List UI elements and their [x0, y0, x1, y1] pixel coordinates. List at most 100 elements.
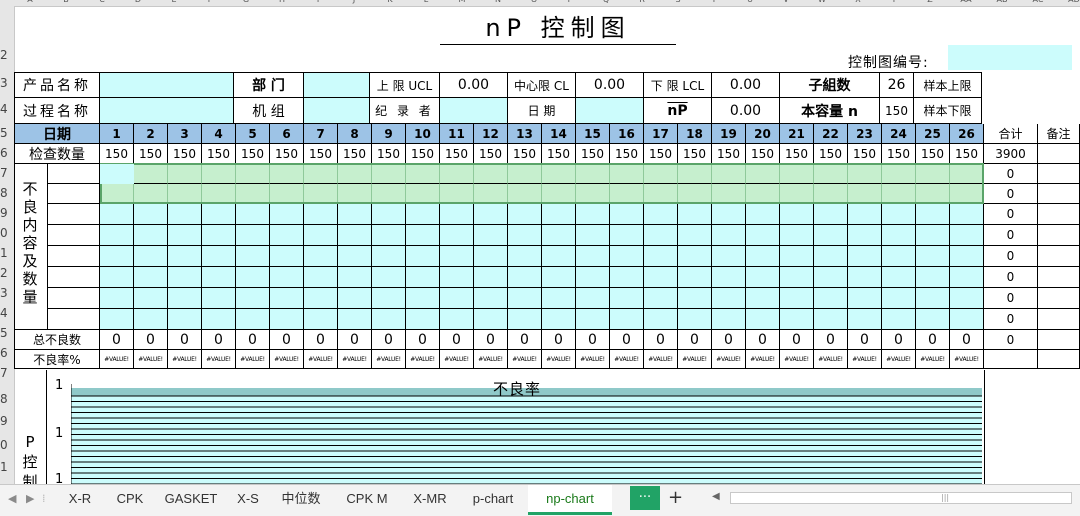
- row-number[interactable]: 4: [0, 306, 10, 320]
- defect-cell[interactable]: [678, 267, 712, 288]
- inspect-cell[interactable]: 150: [440, 144, 474, 164]
- defect-cell[interactable]: [780, 225, 814, 246]
- sheet-tab[interactable]: np-chart: [528, 485, 612, 515]
- defect-cell[interactable]: [474, 204, 508, 225]
- defect-cell[interactable]: [338, 267, 372, 288]
- defect-cell[interactable]: [882, 309, 916, 330]
- defect-row-remark[interactable]: [1038, 309, 1080, 330]
- defect-cell[interactable]: [542, 246, 576, 267]
- defect-cell[interactable]: [406, 246, 440, 267]
- defect-cell[interactable]: [304, 225, 338, 246]
- defect-cell[interactable]: [746, 204, 780, 225]
- defect-cell[interactable]: [372, 246, 406, 267]
- inspect-cell[interactable]: 150: [406, 144, 440, 164]
- column-letter[interactable]: Y: [884, 0, 904, 4]
- defect-cell[interactable]: [542, 204, 576, 225]
- defect-cell[interactable]: [236, 267, 270, 288]
- defect-cell[interactable]: [746, 309, 780, 330]
- column-letter[interactable]: P: [560, 0, 580, 4]
- defect-cell[interactable]: [372, 309, 406, 330]
- sheet-tab[interactable]: X-MR: [404, 485, 456, 512]
- defect-cell[interactable]: [440, 309, 474, 330]
- process-name-field[interactable]: [100, 98, 234, 124]
- column-letter[interactable]: AD: [1064, 0, 1080, 4]
- column-letter[interactable]: A: [20, 0, 40, 4]
- defect-cell[interactable]: [372, 225, 406, 246]
- inspect-cell[interactable]: 150: [542, 144, 576, 164]
- row-number[interactable]: 1: [0, 246, 10, 260]
- scroll-left-icon[interactable]: ◀: [712, 491, 720, 502]
- column-letter[interactable]: X: [848, 0, 868, 4]
- defect-item-name[interactable]: [48, 288, 100, 309]
- defect-cell[interactable]: [100, 267, 134, 288]
- defect-cell[interactable]: [202, 225, 236, 246]
- column-letter[interactable]: B: [56, 0, 76, 4]
- inspect-cell[interactable]: 150: [780, 144, 814, 164]
- defect-cell[interactable]: [338, 204, 372, 225]
- inspect-cell[interactable]: 150: [848, 144, 882, 164]
- column-letter[interactable]: J: [344, 0, 364, 4]
- defect-rate-total[interactable]: [984, 350, 1038, 369]
- defect-cell[interactable]: [576, 288, 610, 309]
- defect-cell[interactable]: [474, 288, 508, 309]
- inspect-cell[interactable]: 150: [644, 144, 678, 164]
- row-number[interactable]: 7: [0, 166, 10, 180]
- column-letter[interactable]: AA: [956, 0, 976, 4]
- inspect-cell[interactable]: 150: [338, 144, 372, 164]
- inspect-cell[interactable]: 150: [474, 144, 508, 164]
- defect-cell[interactable]: [644, 309, 678, 330]
- defect-cell[interactable]: [542, 309, 576, 330]
- product-name-field[interactable]: [100, 72, 234, 98]
- defect-cell[interactable]: [100, 204, 134, 225]
- defect-cell[interactable]: [100, 288, 134, 309]
- inspect-cell[interactable]: 150: [746, 144, 780, 164]
- sheet-tab[interactable]: X-S: [228, 485, 268, 512]
- column-letter[interactable]: V: [776, 0, 796, 4]
- row-number[interactable]: 8: [0, 186, 10, 200]
- defect-cell[interactable]: [236, 225, 270, 246]
- column-letter[interactable]: S: [668, 0, 688, 4]
- defect-cell[interactable]: [440, 204, 474, 225]
- defect-item-name[interactable]: [48, 309, 100, 330]
- defect-cell[interactable]: [882, 225, 916, 246]
- defect-cell[interactable]: [780, 246, 814, 267]
- row-number[interactable]: 2: [0, 48, 10, 62]
- row-number[interactable]: 3: [0, 286, 10, 300]
- more-sheets-icon[interactable]: ···: [630, 486, 660, 510]
- column-letter[interactable]: K: [380, 0, 400, 4]
- defect-cell[interactable]: [848, 246, 882, 267]
- defect-cell[interactable]: [814, 225, 848, 246]
- defect-cell[interactable]: [848, 267, 882, 288]
- defect-cell[interactable]: [270, 267, 304, 288]
- defect-cell[interactable]: [440, 288, 474, 309]
- defect-cell[interactable]: [576, 204, 610, 225]
- scrollbar-grip-icon[interactable]: |||: [941, 493, 949, 502]
- inspect-cell[interactable]: 150: [236, 144, 270, 164]
- column-letter[interactable]: E: [164, 0, 184, 4]
- defect-cell[interactable]: [236, 204, 270, 225]
- defect-cell[interactable]: [270, 204, 304, 225]
- defect-cell[interactable]: [712, 309, 746, 330]
- machine-field[interactable]: [304, 98, 370, 124]
- inspect-cell[interactable]: 150: [168, 144, 202, 164]
- defect-cell[interactable]: [916, 246, 950, 267]
- column-letter[interactable]: N: [488, 0, 508, 4]
- defect-cell[interactable]: [814, 204, 848, 225]
- defect-cell[interactable]: [474, 225, 508, 246]
- defect-cell[interactable]: [542, 267, 576, 288]
- defect-cell[interactable]: [950, 225, 984, 246]
- inspect-cell[interactable]: 150: [916, 144, 950, 164]
- defect-cell[interactable]: [780, 288, 814, 309]
- inspect-cell[interactable]: 150: [678, 144, 712, 164]
- defect-cell[interactable]: [372, 288, 406, 309]
- defect-cell[interactable]: [610, 267, 644, 288]
- defect-cell[interactable]: [814, 288, 848, 309]
- defect-cell[interactable]: [950, 309, 984, 330]
- defect-cell[interactable]: [134, 267, 168, 288]
- column-letter[interactable]: D: [128, 0, 148, 4]
- defect-cell[interactable]: [848, 309, 882, 330]
- defect-cell[interactable]: [780, 267, 814, 288]
- defect-cell[interactable]: [610, 288, 644, 309]
- defect-cell[interactable]: [270, 288, 304, 309]
- inspect-cell[interactable]: 150: [202, 144, 236, 164]
